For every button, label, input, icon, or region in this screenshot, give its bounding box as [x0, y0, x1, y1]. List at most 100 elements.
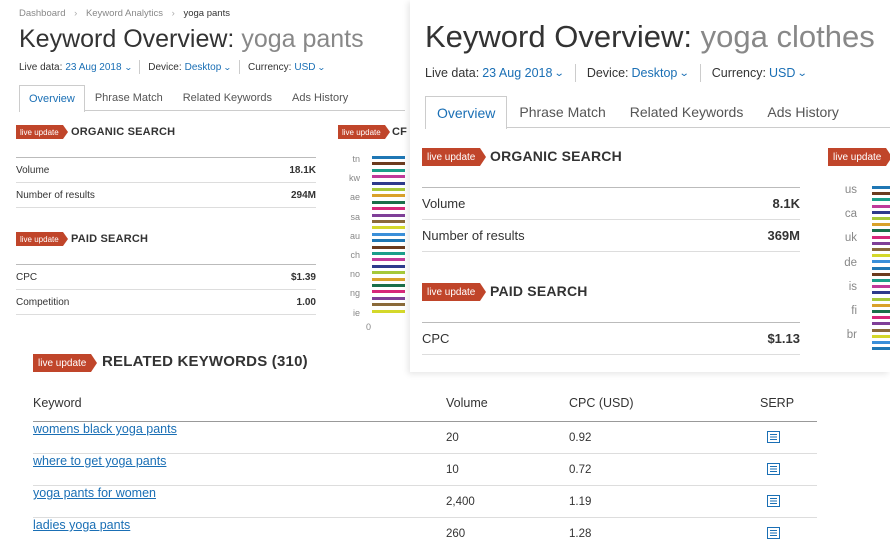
currency-selector[interactable]: Currency: USD ⌄ [712, 66, 808, 80]
distribution-bar [872, 229, 890, 233]
related-keywords-table-header: Keyword Volume CPC (USD) SERP [33, 396, 817, 422]
distribution-bar [872, 322, 890, 326]
tab-related-keywords[interactable]: Related Keywords [618, 95, 756, 128]
chevron-down-icon[interactable]: ⌄ [124, 63, 133, 72]
country-label: de [844, 256, 857, 269]
chevron-down-icon[interactable]: ⌄ [797, 68, 808, 79]
live-data-label: Live data: [19, 61, 63, 73]
metric-row-competition: Competition 1.00 [16, 290, 316, 315]
metric-label: Competition [16, 296, 70, 308]
page-title: Keyword Overview: yoga pants [19, 25, 364, 54]
breadcrumb-keyword-analytics[interactable]: Keyword Analytics [86, 8, 163, 19]
distribution-bar [872, 210, 890, 214]
tab-overview[interactable]: Overview [425, 96, 508, 129]
distribution-bar [372, 258, 405, 262]
live-data-value[interactable]: 23 Aug 2018 [482, 66, 552, 80]
chevron-right-icon: › [171, 8, 175, 19]
distribution-bar [872, 260, 890, 264]
distribution-bar [872, 186, 890, 189]
related-keywords-heading: RELATED KEYWORDS (310) [102, 353, 308, 370]
country-label: tn [352, 154, 360, 164]
distribution-bar [872, 198, 890, 202]
table-row: yoga pants for women 2,400 1.19 [33, 486, 817, 518]
currency-value[interactable]: USD [769, 66, 795, 80]
keyword-link[interactable]: where to get yoga pants [33, 454, 166, 468]
column-cpc[interactable]: CPC (USD) [569, 396, 634, 410]
keyword-link[interactable]: ladies yoga pants [33, 518, 130, 532]
tab-ads-history[interactable]: Ads History [755, 95, 851, 128]
cpc-cell: 1.19 [569, 496, 592, 508]
chevron-down-icon[interactable]: ⌄ [317, 63, 326, 72]
tab-ads-history[interactable]: Ads History [282, 84, 358, 111]
volume-cell: 2,400 [446, 496, 475, 508]
distribution-bar [872, 254, 890, 258]
table-row: womens black yoga pants 20 0.92 [33, 422, 817, 454]
organic-search-heading: ORGANIC SEARCH [490, 148, 622, 164]
metric-row-results: Number of results 369M [422, 220, 800, 252]
tab-phrase-match[interactable]: Phrase Match [85, 84, 173, 111]
volume-cell: 20 [446, 432, 459, 444]
currency-value[interactable]: USD [294, 62, 315, 73]
device-selector[interactable]: Device: Desktop ⌄ [587, 66, 690, 80]
distribution-bar [872, 303, 890, 307]
distribution-bar [872, 316, 890, 320]
distribution-bar [872, 334, 890, 338]
metric-value: 18.1K [289, 164, 316, 176]
live-data-value[interactable]: 23 Aug 2018 [65, 62, 121, 73]
distribution-bar [372, 226, 405, 230]
chevron-down-icon[interactable]: ⌄ [223, 63, 232, 72]
axis-zero-label: 0 [366, 322, 372, 332]
currency-selector[interactable]: Currency: USD ⌄ [248, 62, 326, 73]
tab-related-keywords[interactable]: Related Keywords [173, 84, 282, 111]
database-meta-bar: Live data: 23 Aug 2018 ⌄ Device: Desktop… [425, 64, 808, 82]
distribution-bar [372, 290, 405, 294]
distribution-bar [372, 232, 405, 236]
distribution-bar [872, 285, 890, 289]
serp-list-icon[interactable] [767, 527, 780, 539]
country-label: ca [844, 208, 857, 221]
distribution-bar [372, 188, 405, 191]
country-label: us [844, 184, 857, 196]
serp-list-icon[interactable] [767, 463, 780, 475]
column-volume[interactable]: Volume [446, 396, 488, 410]
distribution-bar [372, 252, 405, 255]
right-keyword-overview-panel: Keyword Overview: yoga clothes Live data… [410, 0, 890, 372]
distribution-bar [872, 248, 890, 251]
distribution-bar [872, 279, 890, 282]
tab-phrase-match[interactable]: Phrase Match [507, 95, 617, 128]
distribution-bar [872, 341, 890, 344]
live-data-selector[interactable]: Live data: 23 Aug 2018 ⌄ [425, 66, 565, 80]
volume-cell: 10 [446, 464, 459, 476]
keyword-link[interactable]: yoga pants for women [33, 486, 156, 500]
chevron-down-icon[interactable]: ⌄ [679, 68, 690, 79]
metric-label: Volume [422, 196, 466, 211]
distribution-bar [372, 284, 405, 287]
live-update-badge: live update [828, 148, 890, 166]
device-selector[interactable]: Device: Desktop ⌄ [148, 62, 232, 73]
live-data-selector[interactable]: Live data: 23 Aug 2018 ⌄ [19, 61, 133, 73]
keyword-link[interactable]: womens black yoga pants [33, 422, 177, 436]
serp-list-icon[interactable] [767, 431, 780, 443]
divider [239, 60, 240, 74]
breadcrumb-dashboard[interactable]: Dashboard [19, 8, 65, 19]
divider [574, 64, 576, 82]
table-row: ladies yoga pants 260 1.28 [33, 518, 817, 548]
distribution-bar [372, 162, 405, 166]
device-value[interactable]: Desktop [185, 62, 222, 73]
distribution-bar [372, 200, 405, 204]
metric-value: $1.39 [290, 271, 316, 283]
device-value[interactable]: Desktop [632, 66, 678, 80]
country-label: fi [851, 305, 857, 317]
metric-label: Number of results [422, 228, 525, 243]
report-tabs: Overview Phrase Match Related Keywords A… [19, 84, 405, 112]
distribution-bar [872, 347, 890, 351]
tab-overview[interactable]: Overview [19, 85, 85, 112]
column-serp: SERP [760, 396, 795, 410]
page-title-keyword: yoga pants [241, 25, 364, 53]
serp-list-icon[interactable] [767, 495, 780, 507]
country-label: ch [350, 250, 360, 260]
country-label: uk [844, 232, 857, 245]
chevron-down-icon[interactable]: ⌄ [554, 68, 565, 79]
distribution-bar [872, 266, 890, 270]
column-keyword[interactable]: Keyword [33, 396, 82, 410]
